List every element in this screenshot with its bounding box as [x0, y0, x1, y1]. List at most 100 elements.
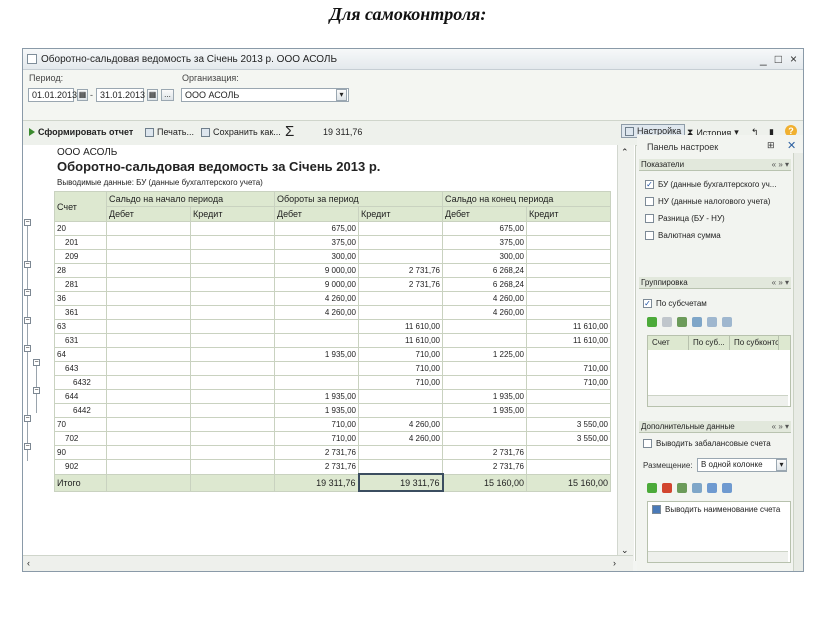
ob-k-cell[interactable] — [358, 235, 443, 250]
grid-horizontal-scrollbar[interactable] — [648, 551, 788, 562]
ob-k-cell[interactable]: 710,00 — [358, 361, 443, 376]
op-d-cell[interactable] — [106, 459, 191, 475]
ob-d-cell[interactable]: 300,00 — [274, 249, 359, 264]
table-row[interactable]: 702 710,00 4 260,00 3 550,00 — [54, 431, 611, 446]
indicator-diff[interactable]: Разница (БУ - НУ) — [645, 214, 725, 223]
cl-k-cell[interactable]: 11 610,00 — [526, 333, 611, 348]
op-k-cell[interactable] — [190, 249, 275, 264]
ob-d-cell[interactable]: 9 000,00 — [274, 263, 359, 278]
cl-d-cell[interactable]: 300,00 — [442, 249, 527, 264]
account-cell[interactable]: 6432 — [54, 375, 107, 390]
grouping-grid[interactable]: Счет По суб... По субконто — [647, 335, 791, 407]
cl-k-cell[interactable] — [526, 277, 611, 292]
report-vertical-scrollbar[interactable]: ⌃ ⌄ — [617, 145, 634, 561]
table-row[interactable]: 6432 710,00 710,00 — [54, 375, 611, 390]
checkbox-checked[interactable]: ✓ — [645, 180, 654, 189]
cl-k-cell[interactable] — [526, 263, 611, 278]
op-d-cell[interactable] — [106, 277, 191, 292]
table-row[interactable]: 902 2 731,76 2 731,76 — [54, 459, 611, 475]
account-cell[interactable]: 28 — [54, 263, 107, 278]
ob-k-cell[interactable] — [358, 291, 443, 306]
table-row[interactable]: 63 11 610,00 11 610,00 — [54, 319, 611, 334]
extra-grid[interactable]: Выводить наименование счета — [647, 501, 791, 563]
cl-k-cell[interactable] — [526, 459, 611, 475]
show-account-name-option[interactable]: Выводить наименование счета — [652, 505, 780, 514]
account-cell[interactable]: 209 — [54, 249, 107, 264]
table-row[interactable]: 361 4 260,00 4 260,00 — [54, 305, 611, 320]
op-d-cell[interactable] — [106, 305, 191, 320]
ob-d-cell[interactable]: 2 731,76 — [274, 459, 359, 475]
maximize-button[interactable]: □ — [775, 52, 782, 66]
checkbox-checked[interactable]: ✓ — [643, 299, 652, 308]
panel-pin-icon[interactable]: ⊞ — [767, 140, 775, 151]
cl-k-cell[interactable] — [526, 347, 611, 362]
generate-report-button[interactable]: Сформировать отчет — [29, 127, 133, 137]
op-k-cell[interactable] — [190, 319, 275, 334]
move-down-icon[interactable] — [722, 483, 732, 493]
org-field[interactable]: ООО АСОЛЬ — [181, 88, 349, 102]
account-cell[interactable]: 361 — [54, 305, 107, 320]
ob-k-cell[interactable] — [358, 445, 443, 460]
ob-k-cell[interactable]: 710,00 — [358, 375, 443, 390]
copy-icon[interactable] — [692, 317, 702, 327]
cl-d-cell[interactable] — [442, 431, 527, 446]
by-subaccounts-option[interactable]: ✓ По субсчетам — [643, 299, 707, 308]
table-row[interactable]: 70 710,00 4 260,00 3 550,00 — [54, 417, 611, 432]
grouping-section[interactable]: Группировка « » ▾ — [639, 277, 791, 289]
cl-d-cell[interactable] — [442, 361, 527, 376]
ob-k-cell[interactable] — [358, 221, 443, 236]
op-k-cell[interactable] — [190, 389, 275, 404]
cl-k-cell[interactable] — [526, 445, 611, 460]
ob-k-cell[interactable] — [358, 459, 443, 475]
account-cell[interactable]: 281 — [54, 277, 107, 292]
cl-d-cell[interactable] — [442, 319, 527, 334]
op-d-cell[interactable] — [106, 291, 191, 306]
table-row[interactable]: 20 675,00 675,00 — [54, 221, 611, 236]
op-d-cell[interactable] — [106, 221, 191, 236]
ob-k-cell[interactable]: 11 610,00 — [358, 319, 443, 334]
ob-d-cell[interactable]: 710,00 — [274, 417, 359, 432]
ob-d-cell[interactable]: 4 260,00 — [274, 305, 359, 320]
minimize-button[interactable]: _ — [760, 52, 767, 66]
op-k-cell[interactable] — [190, 375, 275, 390]
op-k-cell[interactable] — [190, 347, 275, 362]
ob-d-cell[interactable]: 2 731,76 — [274, 445, 359, 460]
panel-scrollbar[interactable] — [793, 153, 803, 571]
op-d-cell[interactable] — [106, 445, 191, 460]
checkbox[interactable] — [645, 231, 654, 240]
indicator-nu[interactable]: НУ (данные налогового учета) — [645, 197, 770, 206]
delete-icon[interactable] — [662, 483, 672, 493]
cl-k-cell[interactable]: 710,00 — [526, 361, 611, 376]
cl-d-cell[interactable]: 1 935,00 — [442, 403, 527, 418]
org-dropdown-icon[interactable]: ▾ — [336, 89, 347, 101]
cl-k-cell[interactable] — [526, 403, 611, 418]
op-k-cell[interactable] — [190, 263, 275, 278]
op-k-cell[interactable] — [190, 361, 275, 376]
collapse-icon[interactable]: − — [33, 359, 40, 366]
op-k-cell[interactable] — [190, 277, 275, 292]
ob-d-cell[interactable]: 4 260,00 — [274, 291, 359, 306]
ob-d-cell[interactable]: 1 935,00 — [274, 347, 359, 362]
op-k-cell[interactable] — [190, 445, 275, 460]
cl-d-cell[interactable] — [442, 417, 527, 432]
op-d-cell[interactable] — [106, 347, 191, 362]
op-d-cell[interactable] — [106, 375, 191, 390]
ob-k-cell[interactable]: 710,00 — [358, 347, 443, 362]
cl-k-cell[interactable] — [526, 389, 611, 404]
table-row[interactable]: 209 300,00 300,00 — [54, 249, 611, 264]
ob-k-cell[interactable] — [358, 389, 443, 404]
op-k-cell[interactable] — [190, 417, 275, 432]
cl-k-cell[interactable] — [526, 291, 611, 306]
table-row[interactable]: 64 1 935,00 710,00 1 225,00 — [54, 347, 611, 362]
cl-d-cell[interactable]: 2 731,76 — [442, 445, 527, 460]
account-cell[interactable]: 70 — [54, 417, 107, 432]
ob-k-cell[interactable] — [358, 403, 443, 418]
checkbox[interactable] — [645, 214, 654, 223]
op-k-cell[interactable] — [190, 235, 275, 250]
calendar-from-icon[interactable]: ▦ — [77, 89, 88, 101]
total-closing-credit[interactable]: 15 160,00 — [526, 473, 611, 492]
cl-k-cell[interactable] — [526, 305, 611, 320]
cl-k-cell[interactable] — [526, 249, 611, 264]
account-cell[interactable]: 644 — [54, 389, 107, 404]
cl-k-cell[interactable]: 11 610,00 — [526, 319, 611, 334]
